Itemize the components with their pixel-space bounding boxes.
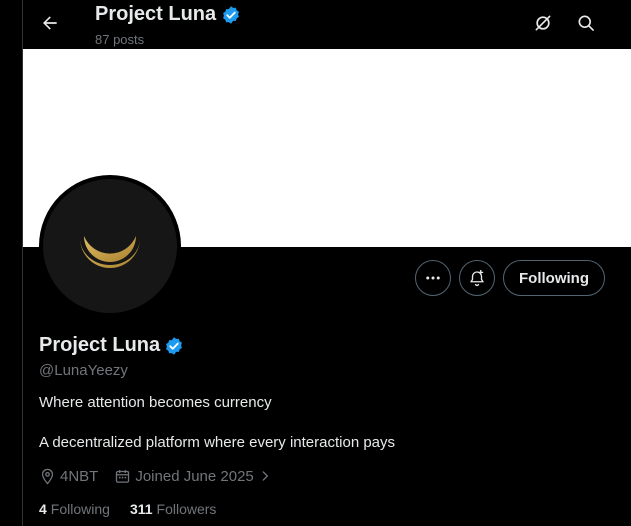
following-button[interactable]: Following (503, 260, 605, 296)
bio-line-2: A decentralized platform where every int… (39, 434, 396, 451)
verified-badge-icon[interactable] (164, 336, 184, 356)
profile-handle: @LunaYeezy (39, 362, 128, 379)
header-title: Project Luna (95, 3, 241, 26)
bell-plus-icon (470, 269, 484, 287)
back-button[interactable] (35, 8, 65, 38)
joined-text: Joined June 2025 (135, 467, 254, 485)
profile-column: Project Luna 87 posts Following Project … (22, 0, 631, 526)
profile-header: Project Luna 87 posts (23, 0, 631, 49)
more-button[interactable] (415, 260, 451, 296)
arrow-left-icon (43, 16, 57, 30)
profile-meta: 4NBT Joined June 2025 (39, 466, 272, 486)
search-button[interactable] (571, 8, 601, 38)
avatar[interactable] (39, 175, 181, 317)
grok-button[interactable] (528, 8, 558, 38)
following-label: Following (50, 501, 110, 517)
follow-stats: 4 Following 311 Followers (39, 501, 216, 517)
posts-count: 87 posts (95, 32, 145, 47)
grok-icon (535, 15, 551, 31)
avatar-image (43, 179, 177, 313)
more-horizontal-icon (426, 276, 440, 280)
search-icon (578, 15, 594, 31)
display-name-text: Project Luna (39, 334, 161, 356)
bio-line-1: Where attention becomes currency (39, 394, 272, 411)
display-name: Project Luna (39, 334, 184, 357)
following-count: 4 (39, 501, 47, 517)
location: 4NBT (39, 468, 98, 485)
followers-label: Followers (156, 501, 217, 517)
location-pin-icon (41, 468, 54, 485)
header-title-text: Project Luna (95, 3, 217, 25)
calendar-icon (116, 469, 130, 483)
location-text: 4NBT (60, 467, 99, 485)
verified-badge-icon (223, 5, 240, 24)
following-stat[interactable]: 4 Following (39, 501, 110, 517)
followers-stat[interactable]: 311 Followers (130, 501, 217, 517)
crescent-moon-logo (80, 236, 140, 268)
chevron-right-icon (262, 471, 268, 481)
followers-count: 311 (129, 501, 153, 517)
notifications-button[interactable] (459, 260, 495, 296)
joined-date[interactable]: Joined June 2025 (114, 468, 271, 485)
